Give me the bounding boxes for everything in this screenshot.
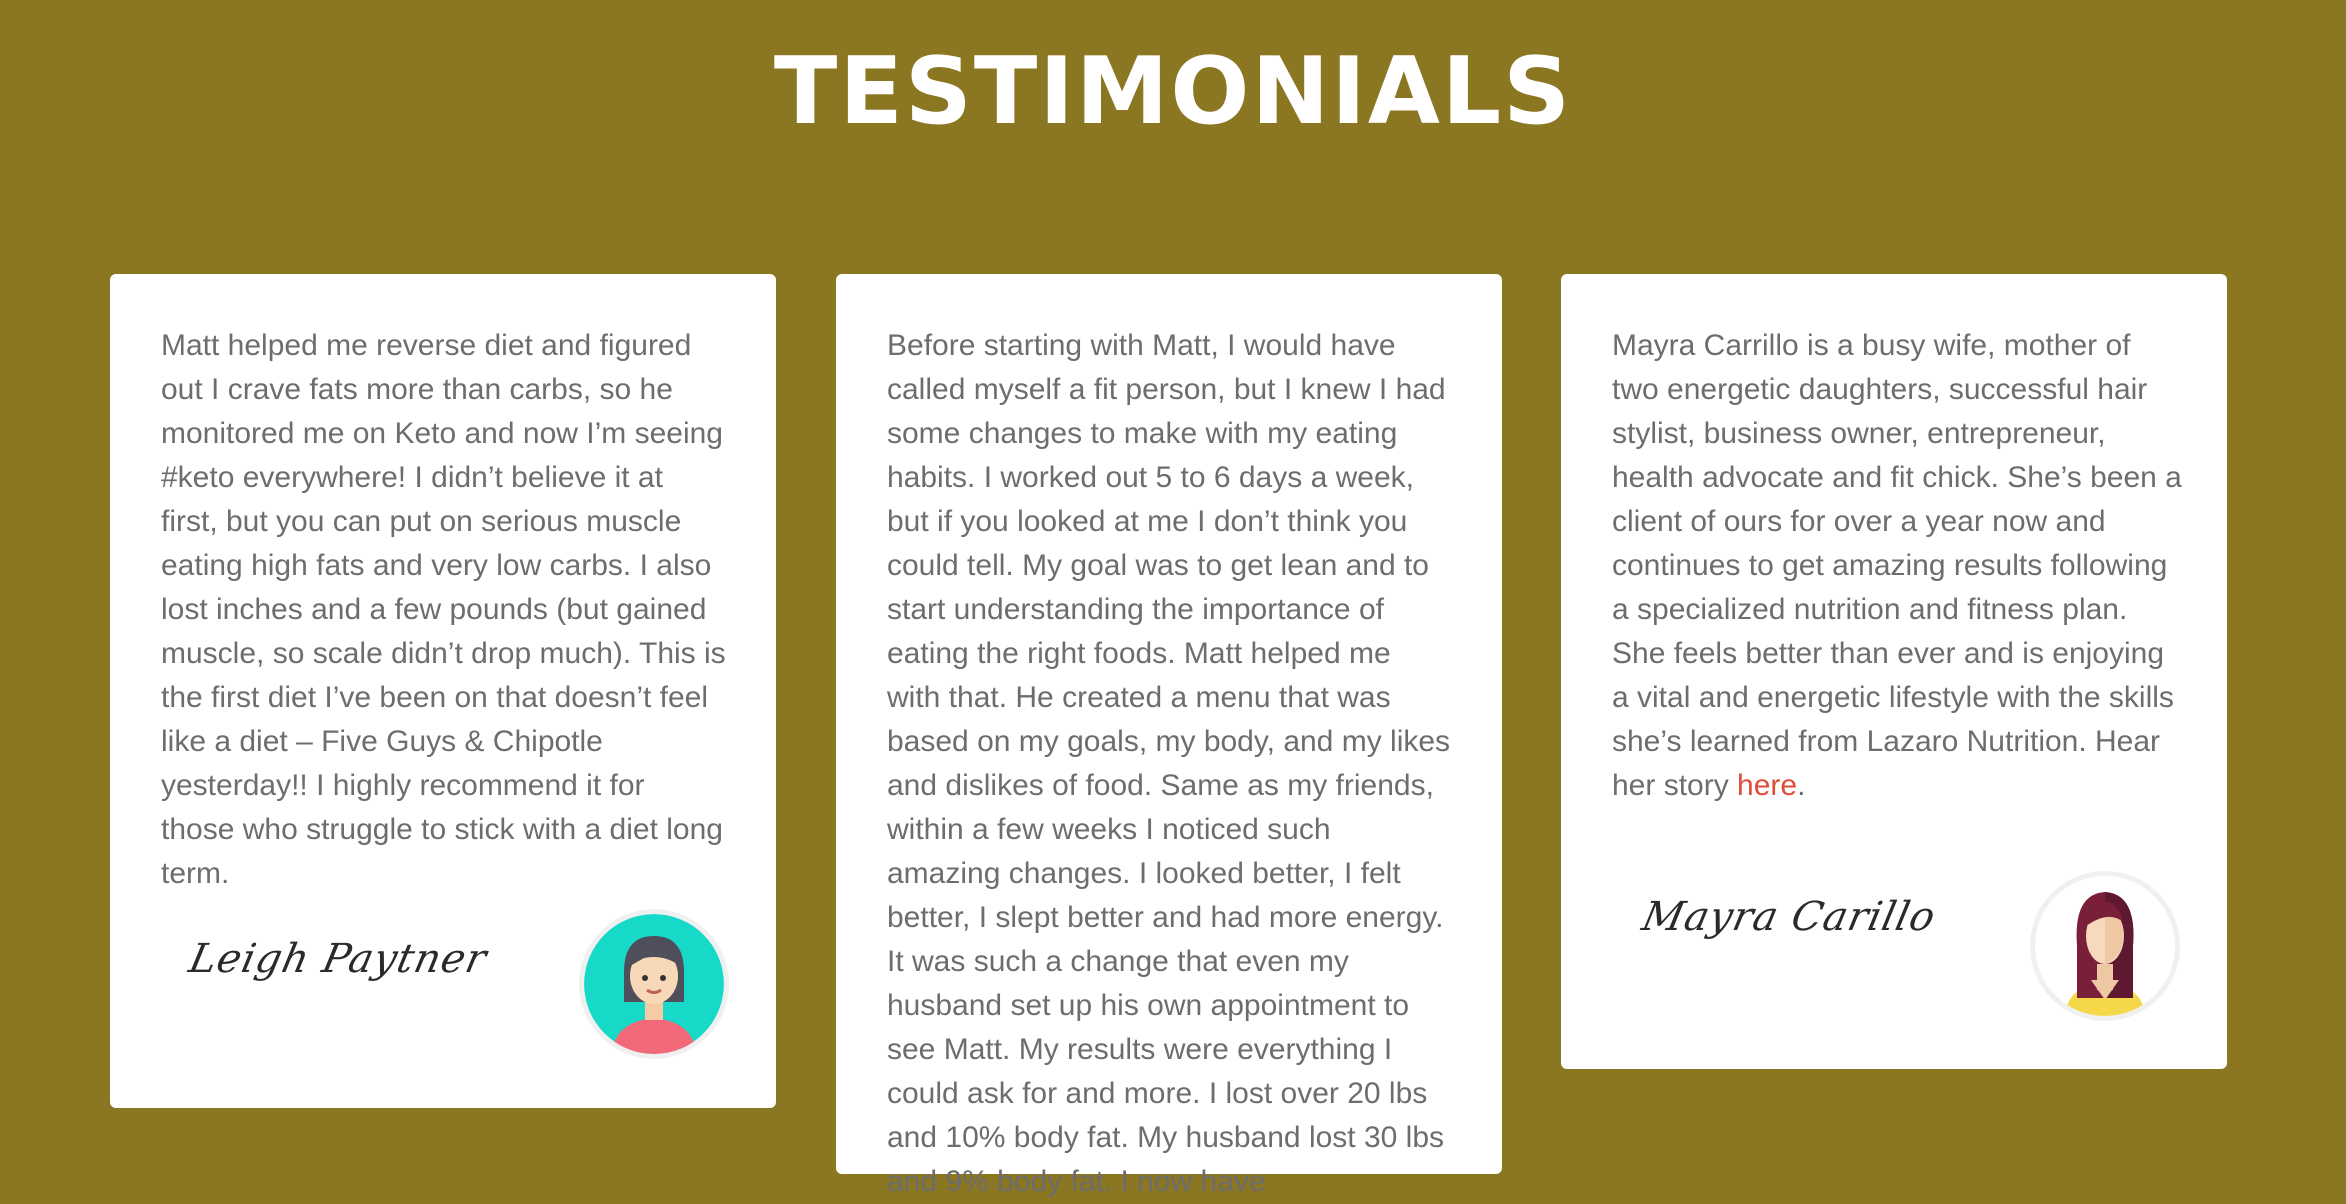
testimonial-text-body: Mayra Carrillo is a busy wife, mother of…	[1612, 329, 2182, 802]
woman-dark-hair-avatar-icon	[2035, 876, 2175, 1016]
testimonial-text: Mayra Carrillo is a busy wife, mother of…	[1612, 324, 2183, 808]
story-link[interactable]: here	[1737, 769, 1797, 802]
testimonial-text: Before starting with Matt, I would have …	[887, 329, 1451, 1198]
testimonial-card: Mayra Carrillo is a busy wife, mother of…	[1561, 274, 2227, 1069]
woman-teal-avatar-icon	[584, 914, 724, 1054]
signature: Mayra Carillo	[1638, 894, 1941, 940]
testimonial-text: Matt helped me reverse diet and figured …	[161, 329, 726, 890]
testimonial-text-end: .	[1797, 769, 1806, 802]
testimonial-card: Before starting with Matt, I would have …	[836, 274, 1502, 1198]
section-title: TESTIMONIALS	[773, 37, 1573, 146]
signature: Leigh Paytner	[185, 936, 492, 982]
testimonial-card: Matt helped me reverse diet and figured …	[110, 274, 776, 1108]
